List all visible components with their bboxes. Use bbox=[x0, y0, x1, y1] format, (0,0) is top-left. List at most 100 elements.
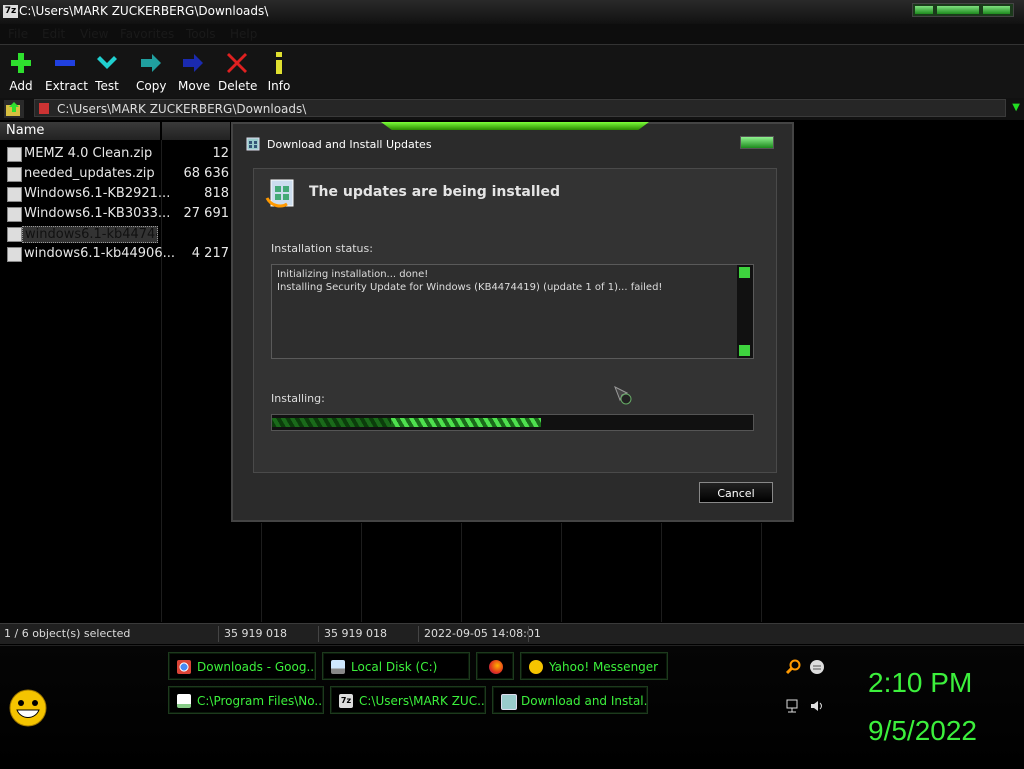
list-item[interactable]: MEMZ 4.0 Clean.zip 12 bbox=[0, 144, 240, 164]
7zip-app-icon: 7z bbox=[3, 5, 18, 18]
update-dialog: Download and Install Updates The updates… bbox=[231, 122, 794, 522]
dialog-heading: The updates are being installed bbox=[309, 184, 560, 200]
list-item[interactable]: needed_updates.zip 68 636 bbox=[0, 164, 240, 184]
tray-emoticon-icon[interactable] bbox=[809, 659, 825, 675]
volume-icon[interactable] bbox=[809, 698, 825, 714]
taskbar-button-firefox[interactable] bbox=[476, 652, 514, 680]
menu-view[interactable]: View bbox=[80, 27, 108, 41]
taskbar: Downloads - Goog... Local Disk (C:) Yaho… bbox=[0, 645, 1024, 769]
clock-time[interactable]: 2:10 PM bbox=[868, 667, 972, 699]
minus-icon bbox=[55, 60, 75, 66]
selection-status: 1 / 6 object(s) selected bbox=[4, 627, 131, 640]
move-button[interactable]: Move bbox=[178, 51, 211, 93]
dialog-title: Download and Install Updates bbox=[267, 138, 432, 151]
chrome-icon bbox=[177, 660, 191, 674]
firefox-icon bbox=[489, 660, 503, 674]
menu-file[interactable]: File bbox=[8, 27, 28, 41]
status-bar: 1 / 6 object(s) selected 35 919 018 35 9… bbox=[0, 623, 1024, 644]
installation-status-label: Installation status: bbox=[271, 242, 373, 255]
address-bar: C:\Users\MARK ZUCKERBERG\Downloads\ ▼ bbox=[0, 98, 1024, 120]
network-icon[interactable] bbox=[785, 698, 801, 714]
close-button[interactable] bbox=[983, 6, 1010, 14]
test-label: Test bbox=[95, 79, 119, 93]
zip-file-icon bbox=[7, 147, 22, 162]
dialog-close-button[interactable] bbox=[740, 136, 774, 149]
window-title: C:\Users\MARK ZUCKERBERG\Downloads\ bbox=[19, 4, 269, 18]
yahoo-messenger-icon bbox=[529, 660, 543, 674]
move-label: Move bbox=[178, 79, 211, 93]
add-button[interactable]: Add bbox=[8, 51, 34, 93]
taskbar-button-chrome[interactable]: Downloads - Goog... bbox=[168, 652, 316, 680]
smiley-start-icon[interactable] bbox=[8, 688, 48, 728]
maximize-button[interactable] bbox=[937, 6, 979, 14]
check-icon bbox=[97, 56, 117, 69]
address-path: C:\Users\MARK ZUCKERBERG\Downloads\ bbox=[57, 102, 307, 116]
status-packed-size: 35 919 018 bbox=[324, 627, 387, 640]
menu-tools[interactable]: Tools bbox=[186, 27, 216, 41]
minimize-button[interactable] bbox=[915, 6, 933, 14]
installation-log[interactable]: Initializing installation... done! Insta… bbox=[271, 264, 754, 359]
search-icon[interactable] bbox=[785, 659, 801, 675]
extract-label: Extract bbox=[45, 79, 88, 93]
dialog-top-glow bbox=[381, 122, 649, 130]
info-button[interactable]: Info bbox=[267, 51, 291, 93]
list-item[interactable]: Windows6.1-KB2921... 818 bbox=[0, 184, 240, 204]
x-icon bbox=[227, 53, 247, 73]
copy-label: Copy bbox=[136, 79, 167, 93]
scroll-down-arrow[interactable] bbox=[739, 345, 750, 356]
zip-file-icon bbox=[7, 167, 22, 182]
menu-edit[interactable]: Edit bbox=[42, 27, 65, 41]
delete-button[interactable]: Delete bbox=[218, 51, 258, 93]
status-size: 35 919 018 bbox=[224, 627, 287, 640]
menu-favorites[interactable]: Favorites bbox=[120, 27, 174, 41]
taskbar-button-yahoo-messenger[interactable]: Yahoo! Messenger bbox=[520, 652, 668, 680]
clock-date[interactable]: 9/5/2022 bbox=[868, 715, 977, 747]
column-header-size[interactable] bbox=[162, 122, 242, 140]
taskbar-button-local-disk[interactable]: Local Disk (C:) bbox=[322, 652, 470, 680]
test-button[interactable]: Test bbox=[94, 51, 120, 93]
update-file-icon bbox=[7, 187, 22, 202]
busy-cursor-icon bbox=[614, 386, 632, 405]
info-label: Info bbox=[267, 79, 291, 93]
copy-button[interactable]: Copy bbox=[136, 51, 166, 93]
menu-bar: File Edit View Favorites Tools Help bbox=[0, 24, 1024, 44]
update-icon bbox=[501, 694, 517, 710]
list-item-selected[interactable]: windows6.1-kb44744... bbox=[0, 224, 240, 244]
window-controls[interactable] bbox=[912, 3, 1014, 17]
extract-button[interactable]: Extract bbox=[45, 51, 88, 93]
windows-update-icon bbox=[246, 137, 260, 151]
installation-progress-bar bbox=[271, 414, 754, 431]
column-header-name[interactable]: Name bbox=[0, 122, 161, 140]
list-item[interactable]: Windows6.1-KB3033... 27 691 bbox=[0, 204, 240, 224]
plus-icon bbox=[11, 53, 31, 73]
folder-up-icon[interactable] bbox=[4, 100, 24, 118]
taskbar-button-7zip[interactable]: 7z C:\Users\MARK ZUC... bbox=[330, 686, 486, 714]
address-field[interactable]: C:\Users\MARK ZUCKERBERG\Downloads\ bbox=[34, 99, 1006, 117]
installing-label: Installing: bbox=[271, 392, 325, 405]
menu-help[interactable]: Help bbox=[230, 27, 257, 41]
list-item[interactable]: windows6.1-kb44906... 4 217 bbox=[0, 244, 240, 264]
log-line: Initializing installation... done! bbox=[277, 269, 429, 280]
taskbar-button-notepad[interactable]: C:\Program Files\No... bbox=[168, 686, 324, 714]
progress-fill bbox=[272, 418, 542, 427]
arrow-right-icon bbox=[183, 54, 203, 72]
taskbar-button-update-dialog[interactable]: Download and Instal... bbox=[492, 686, 648, 714]
toolbar: Add Extract Test Copy Move Delete Info bbox=[0, 44, 1024, 100]
scroll-up-arrow[interactable] bbox=[739, 267, 750, 278]
cancel-button[interactable]: Cancel bbox=[699, 482, 773, 503]
arrow-right-icon bbox=[141, 54, 161, 72]
add-label: Add bbox=[9, 79, 33, 93]
update-file-icon bbox=[7, 227, 22, 242]
folder-icon bbox=[39, 103, 49, 114]
7zip-icon: 7z bbox=[339, 694, 353, 708]
update-file-icon bbox=[7, 207, 22, 222]
windows-update-icon bbox=[265, 179, 294, 208]
log-line: Installing Security Update for Windows (… bbox=[277, 282, 663, 293]
delete-label: Delete bbox=[218, 79, 258, 93]
info-icon bbox=[276, 52, 282, 74]
drive-icon bbox=[331, 660, 345, 674]
chevron-down-icon[interactable]: ▼ bbox=[1012, 102, 1020, 113]
log-scrollbar[interactable] bbox=[737, 265, 753, 358]
notepad-icon bbox=[177, 694, 191, 708]
status-modified: 2022-09-05 14:08:01 bbox=[424, 627, 541, 640]
